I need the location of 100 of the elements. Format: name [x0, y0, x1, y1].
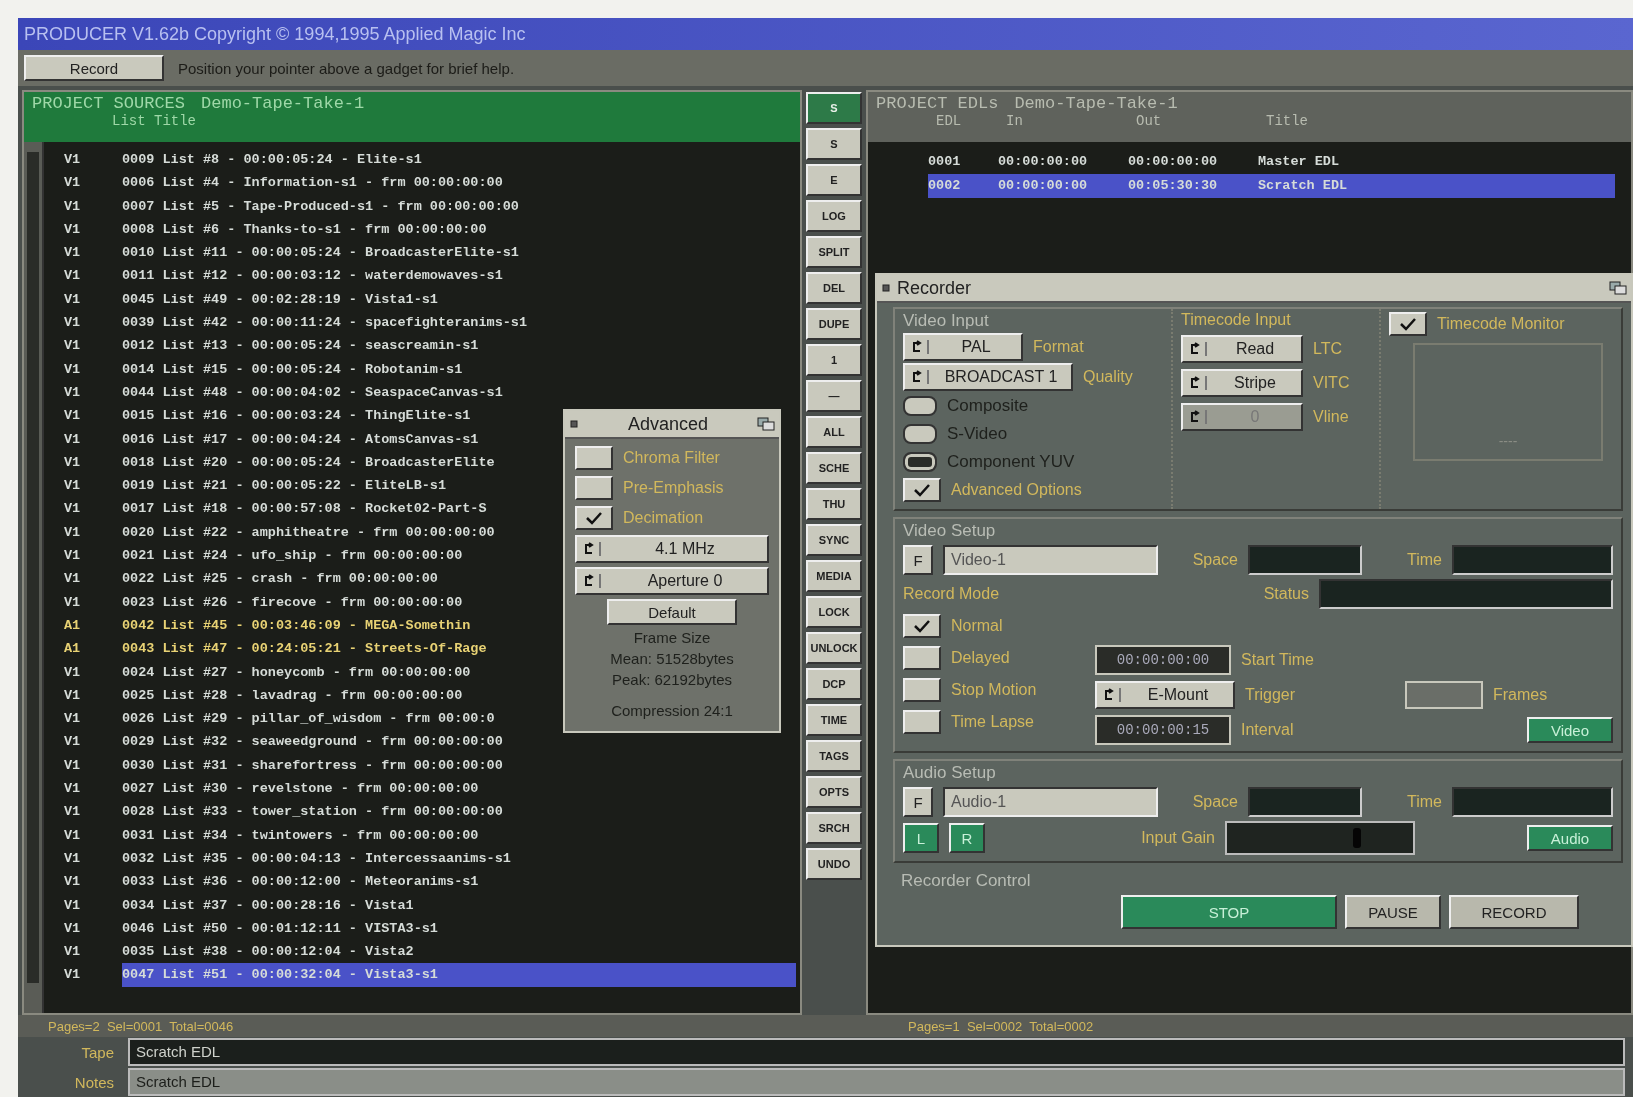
- transport-button[interactable]: RECORD: [1449, 895, 1579, 929]
- file-button[interactable]: F: [903, 787, 933, 817]
- video-toggle-button[interactable]: Video: [1527, 717, 1613, 743]
- tool-button[interactable]: 1: [806, 344, 862, 376]
- list-row[interactable]: V1 0046 List #50 - 00:01:12:11 - VISTA3-s1: [50, 916, 438, 941]
- list-row[interactable]: V1 0029 List #32 - seaweedground - frm 00:00:00:00: [50, 730, 503, 754]
- list-row[interactable]: V1 0027 List #30 - revelstone - frm 00:00:00:00: [50, 777, 479, 801]
- list-row[interactable]: V1 0012 List #13 - 00:00:05:24 - seascreamin-s1: [50, 334, 479, 358]
- scrollbar[interactable]: [24, 142, 44, 1013]
- tool-button[interactable]: DEL: [806, 272, 862, 304]
- default-button[interactable]: Default: [607, 599, 737, 625]
- time-field[interactable]: 00:00:00:15: [1095, 715, 1231, 745]
- notes-field[interactable]: Scratch EDL: [128, 1068, 1625, 1096]
- list-row[interactable]: A1 0042 List #45 - 00:03:46:09 - MEGA-Somethin: [50, 613, 471, 638]
- tool-button[interactable]: MEDIA: [806, 560, 862, 592]
- slider-thumb[interactable]: [1353, 828, 1362, 848]
- tool-button[interactable]: DCP: [806, 668, 862, 700]
- list-row[interactable]: V1 0032 List #35 - 00:00:04:13 - Intercessaanims-s1: [50, 846, 511, 871]
- checkbox[interactable]: [575, 476, 613, 500]
- checkbox[interactable]: [903, 678, 941, 702]
- radio-button[interactable]: [903, 396, 937, 416]
- tool-button[interactable]: LOG: [806, 200, 862, 232]
- list-row[interactable]: V1 0039 List #42 - 00:00:11:24 - spacefighteranims-s1: [50, 311, 528, 335]
- list-row[interactable]: V1 0008 List #6 - Thanks-to-s1 - frm 00:00:00:00: [50, 217, 487, 242]
- list-row[interactable]: 0002 00:00:00:00 00:05:30:30 Scratch EDL: [928, 174, 1615, 198]
- list-row[interactable]: V1 0045 List #49 - 00:02:28:19 - Vista1-s1: [50, 287, 438, 312]
- list-row[interactable]: V1 0009 List #8 - 00:00:05:24 - Elite-s1: [50, 148, 422, 172]
- frames-field[interactable]: [1405, 681, 1483, 709]
- tool-button[interactable]: DUPE: [806, 308, 862, 340]
- tool-button[interactable]: SRCH: [806, 812, 862, 844]
- list-row[interactable]: 0001 00:00:00:00 00:00:00:00 Master EDL: [928, 150, 1615, 174]
- close-icon[interactable]: [881, 283, 891, 293]
- list-row[interactable]: V1 0031 List #34 - twintowers - frm 00:00:00:00: [50, 823, 479, 847]
- depth-icon[interactable]: [757, 417, 775, 431]
- tool-button[interactable]: E: [806, 164, 862, 196]
- tool-button[interactable]: TAGS: [806, 740, 862, 772]
- list-row[interactable]: V1 0024 List #27 - honeycomb - frm 00:00:00:00: [50, 660, 471, 684]
- list-row[interactable]: V1 0034 List #37 - 00:00:28:16 - Vista1: [50, 893, 414, 917]
- list-row[interactable]: V1 0028 List #33 - tower_station - frm 00:00:00:00: [50, 800, 503, 824]
- tool-button[interactable]: S: [806, 128, 862, 160]
- cycle-button[interactable]: PAL: [903, 333, 1023, 361]
- time-field[interactable]: 00:00:00:00: [1095, 645, 1231, 675]
- cycle-button[interactable]: Read: [1181, 335, 1303, 363]
- list-row[interactable]: V1 0007 List #5 - Tape-Produced-s1 - frm 00:00:00:00: [50, 194, 519, 218]
- checkbox[interactable]: [903, 710, 941, 734]
- radio-button[interactable]: [903, 424, 937, 444]
- list-row[interactable]: V1 0022 List #25 - crash - frm 00:00:00:00: [50, 567, 438, 591]
- list-row[interactable]: V1 0006 List #4 - Information-s1 - frm 00:00:00:00: [50, 171, 503, 195]
- list-row[interactable]: V1 0015 List #16 - 00:00:03:24 - ThingElite-s1: [50, 404, 471, 428]
- list-row[interactable]: V1 0018 List #20 - 00:00:05:24 - BroadcasterElite: [50, 450, 495, 475]
- list-row[interactable]: V1 0020 List #22 - amphitheatre - frm 00:00:00:00: [50, 520, 495, 545]
- list-row[interactable]: V1 0021 List #24 - ufo_ship - frm 00:00:00:00: [50, 544, 463, 568]
- list-row[interactable]: V1 0033 List #36 - 00:00:12:00 - Meteoranims-s1: [50, 870, 479, 894]
- transport-button[interactable]: PAUSE: [1345, 895, 1441, 929]
- list-row[interactable]: V1 0025 List #28 - lavadrag - frm 00:00:00:00: [50, 683, 463, 708]
- radio-button[interactable]: [903, 452, 937, 472]
- audio-toggle-button[interactable]: Audio: [1527, 825, 1613, 851]
- list-row[interactable]: V1 0014 List #15 - 00:00:05:24 - Robotanim-s1: [50, 357, 463, 381]
- tool-button[interactable]: S: [806, 92, 862, 124]
- list-row[interactable]: V1 0017 List #18 - 00:00:57:08 - Rocket02-Part-S: [50, 497, 487, 521]
- tool-button[interactable]: SYNC: [806, 524, 862, 556]
- gain-slider[interactable]: [1225, 821, 1415, 855]
- file-button[interactable]: F: [903, 545, 933, 575]
- cycle-button[interactable]: Stripe: [1181, 369, 1303, 397]
- checkbox[interactable]: [903, 478, 941, 502]
- list-row[interactable]: V1 0030 List #31 - sharefortress - frm 00:00:00:00: [50, 753, 503, 777]
- cycle-button[interactable]: E-Mount: [1095, 681, 1235, 709]
- name-field[interactable]: Video-1: [943, 545, 1158, 575]
- checkbox[interactable]: [575, 446, 613, 470]
- cycle-button[interactable]: Aperture 0: [575, 567, 769, 595]
- record-button[interactable]: Record: [24, 55, 164, 81]
- cycle-button[interactable]: BROADCAST 1: [903, 363, 1073, 391]
- depth-icon[interactable]: [1609, 281, 1627, 295]
- list-row[interactable]: V1 0010 List #11 - 00:00:05:24 - BroadcasterElite-s1: [50, 241, 519, 265]
- cycle-button[interactable]: 4.1 MHz: [575, 535, 769, 563]
- tool-button[interactable]: UNDO: [806, 848, 862, 880]
- tool-button[interactable]: TIME: [806, 704, 862, 736]
- list-row[interactable]: V1 0035 List #38 - 00:00:12:04 - Vista2: [50, 940, 414, 964]
- list-row[interactable]: V1 0011 List #12 - 00:00:03:12 - waterdemowaves-s1: [50, 264, 503, 288]
- checkbox[interactable]: [903, 614, 941, 638]
- tool-button[interactable]: OPTS: [806, 776, 862, 808]
- checkbox[interactable]: [575, 506, 613, 530]
- tool-button[interactable]: ALL: [806, 416, 862, 448]
- tool-button[interactable]: UNLOCK: [806, 632, 862, 664]
- tape-field[interactable]: Scratch EDL: [128, 1038, 1625, 1066]
- name-field[interactable]: Audio-1: [943, 787, 1158, 817]
- list-row[interactable]: V1 0044 List #48 - 00:00:04:02 - SeaspaceCanvas-s1: [50, 380, 503, 405]
- tool-button[interactable]: LOCK: [806, 596, 862, 628]
- list-row[interactable]: A1 0043 List #47 - 00:24:05:21 - Streets-Of-Rage: [50, 637, 487, 661]
- list-row[interactable]: V1 0016 List #17 - 00:00:04:24 - AtomsCanvas-s1: [50, 427, 479, 451]
- list-row[interactable]: V1 0026 List #29 - pillar_of_wisdom - frm 00:00:0: [50, 707, 495, 731]
- checkbox[interactable]: [1389, 312, 1427, 336]
- checkbox[interactable]: [903, 646, 941, 670]
- list-row[interactable]: V1 0019 List #21 - 00:00:05:22 - EliteLB-s1: [50, 474, 447, 498]
- tool-button[interactable]: —: [806, 380, 862, 412]
- close-icon[interactable]: [569, 419, 579, 429]
- tool-button[interactable]: THU: [806, 488, 862, 520]
- tool-button[interactable]: SCHE: [806, 452, 862, 484]
- tool-button[interactable]: SPLIT: [806, 236, 862, 268]
- list-row[interactable]: V1 0023 List #26 - firecove - frm 00:00:00:00: [50, 590, 463, 614]
